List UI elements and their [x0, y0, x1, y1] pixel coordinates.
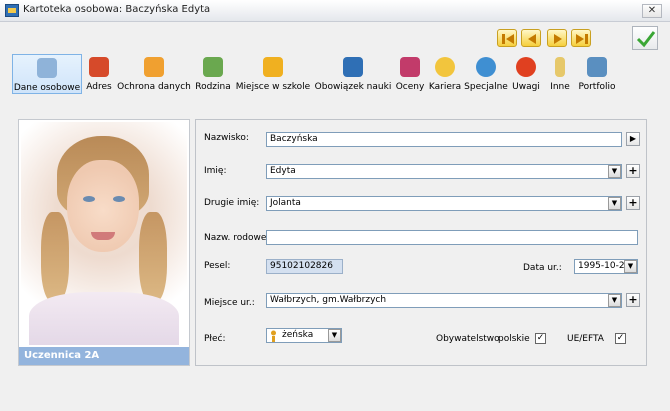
personal-data-panel: Nazwisko: Baczyńska ▶ Imię: Edyta ▼ + Dr… — [195, 119, 647, 366]
first-record-button[interactable] — [497, 29, 517, 47]
toolbar-ochrona-danych[interactable]: Ochrona danych — [117, 54, 191, 94]
birthplace-field[interactable]: Wałbrzych, gm.Wałbrzych — [266, 293, 622, 308]
toolbar-oceny[interactable]: Oceny — [393, 54, 427, 94]
title-bar: Kartoteka osobowa: Baczyńska Edyta ✕ — [0, 0, 670, 22]
close-button[interactable]: ✕ — [642, 4, 662, 18]
data-protection-icon — [144, 57, 164, 77]
firstname-add-button[interactable]: + — [626, 164, 640, 178]
surname-field[interactable]: Baczyńska — [266, 132, 622, 147]
gender-value: żeńska — [282, 330, 314, 340]
toolbar-uwagi[interactable]: Uwagi — [510, 54, 542, 94]
citizenship-checkbox[interactable]: ✓ — [535, 333, 546, 344]
surname-expand-button[interactable]: ▶ — [626, 132, 640, 146]
student-photo — [21, 122, 187, 345]
special-info-icon — [476, 57, 496, 77]
toolbar-dane-osobowe[interactable]: Dane osobowe — [12, 54, 82, 94]
surname-label: Nazwisko: — [204, 133, 249, 143]
maiden-name-field[interactable] — [266, 230, 638, 245]
birthdate-dropdown-arrow[interactable]: ▼ — [624, 260, 637, 273]
last-icon — [576, 34, 588, 44]
middlename-add-button[interactable]: + — [626, 196, 640, 210]
shield-5-icon — [343, 57, 363, 77]
ok-button[interactable] — [632, 26, 658, 50]
toolbar-rodzina[interactable]: Rodzina — [194, 54, 232, 94]
gender-dropdown-arrow[interactable]: ▼ — [328, 329, 341, 342]
first-icon — [502, 34, 514, 44]
career-medal-icon — [435, 57, 455, 77]
portfolio-info-icon — [587, 57, 607, 77]
arrow-down-icon — [263, 57, 283, 77]
next-record-button[interactable] — [547, 29, 567, 47]
student-photo-card: Uczennica 2A — [18, 119, 190, 366]
pesel-label: Pesel: — [204, 261, 231, 271]
grades-icon — [400, 57, 420, 77]
next-icon — [554, 34, 562, 44]
middlename-field[interactable]: Jolanta — [266, 196, 622, 211]
firstname-label: Imię: — [204, 166, 227, 176]
birthplace-label: Miejsce ur.: — [204, 298, 255, 308]
toolbar-adres[interactable]: Adres — [84, 54, 114, 94]
ue-efta-checkbox[interactable]: ✓ — [615, 333, 626, 344]
birthplace-dropdown-arrow[interactable]: ▼ — [608, 294, 621, 307]
middlename-label: Drugie imię: — [204, 198, 260, 208]
warning-icon — [516, 57, 536, 77]
app-icon — [5, 4, 19, 17]
pencil-icon — [555, 57, 565, 77]
toolbar-miejsce-w-szkole[interactable]: Miejsce w szkole — [235, 54, 311, 94]
pesel-field[interactable]: 95102102826 — [266, 259, 343, 274]
toolbar-inne[interactable]: Inne — [545, 54, 575, 94]
ue-efta-label: UE/EFTA — [567, 334, 604, 344]
firstname-dropdown-arrow[interactable]: ▼ — [608, 165, 621, 178]
female-figure-icon — [271, 330, 276, 342]
middlename-dropdown-arrow[interactable]: ▼ — [608, 197, 621, 210]
family-icon — [203, 57, 223, 77]
house-icon — [89, 57, 109, 77]
previous-record-button[interactable] — [521, 29, 541, 47]
citizenship-value: polskie — [498, 334, 530, 344]
birthdate-label: Data ur.: — [523, 263, 562, 273]
previous-icon — [528, 34, 536, 44]
checkmark-icon — [636, 31, 656, 48]
maiden-name-label: Nazw. rodowe: — [204, 233, 270, 243]
toolbar-specjalne[interactable]: Specjalne — [464, 54, 508, 94]
personal-data-icon — [37, 58, 57, 78]
birthplace-add-button[interactable]: + — [626, 293, 640, 307]
toolbar-portfolio[interactable]: Portfolio — [576, 54, 618, 94]
firstname-field[interactable]: Edyta — [266, 164, 622, 179]
toolbar-obowiazek-nauki[interactable]: Obowiązek nauki — [314, 54, 392, 94]
last-record-button[interactable] — [571, 29, 591, 47]
citizenship-label: Obywatelstwo — [436, 334, 500, 344]
window-title: Kartoteka osobowa: Baczyńska Edyta — [23, 4, 211, 15]
student-class-caption: Uczennica 2A — [19, 347, 189, 365]
gender-label: Płeć: — [204, 334, 226, 344]
toolbar-kariera[interactable]: Kariera — [428, 54, 462, 94]
